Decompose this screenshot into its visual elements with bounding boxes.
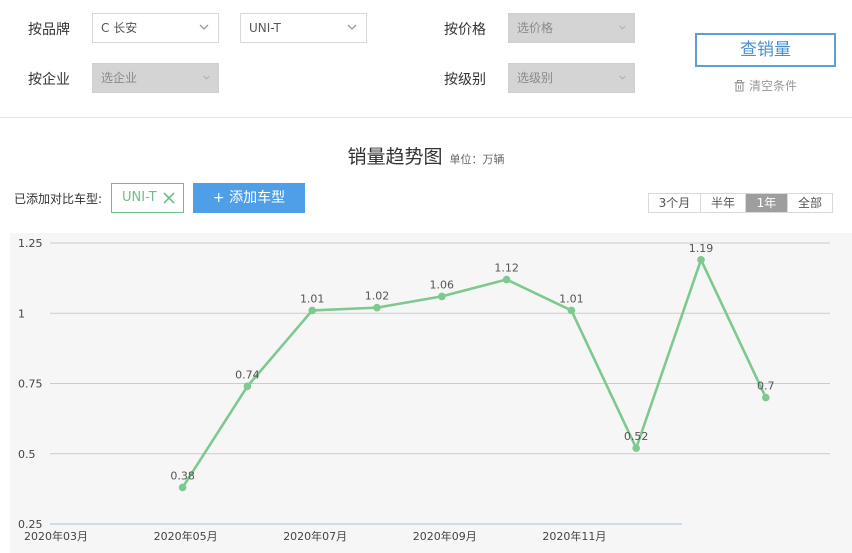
x-tick-label: 2020年09月	[413, 529, 477, 543]
company-select[interactable]: 选企业	[92, 63, 219, 93]
data-label: 1.01	[559, 292, 584, 305]
price-select[interactable]: 选价格	[508, 13, 635, 43]
data-point	[632, 444, 640, 452]
x-tick-label: 2020年05月	[154, 529, 218, 543]
close-icon[interactable]	[163, 192, 175, 204]
data-label: 1.02	[365, 290, 390, 303]
data-point	[308, 306, 317, 315]
range-tab-1-year[interactable]: 1年	[746, 194, 788, 212]
trash-icon	[734, 80, 745, 92]
chevron-down-icon	[619, 25, 626, 30]
data-point	[178, 483, 187, 492]
level-select-placeholder: 选级别	[517, 71, 554, 85]
range-tab-all[interactable]: 全部	[788, 194, 832, 212]
sales-trend-chart: 0.25 0.5 0.75 1 1.25 2020年03月 2020年05月 2020年07月…	[10, 233, 852, 553]
chart-unit: 单位：万辆	[449, 153, 505, 166]
data-label: 0.74	[235, 368, 260, 381]
data-point	[762, 393, 770, 402]
x-tick-label: 2020年07月	[283, 529, 347, 543]
price-filter-label: 按价格	[444, 22, 486, 38]
y-tick-label: 1.25	[18, 237, 43, 250]
chart-title: 销量趋势图	[347, 146, 443, 168]
data-label: 0.52	[624, 430, 649, 443]
chevron-down-icon	[619, 75, 626, 80]
compare-model-name: UNI-T	[122, 190, 157, 205]
price-select-placeholder: 选价格	[517, 21, 554, 35]
data-label: 1.19	[689, 242, 714, 255]
data-point	[243, 382, 252, 391]
y-tick-label: 0.5	[18, 448, 36, 461]
data-point	[502, 275, 511, 284]
time-range-selector: 3个月 半年 1年 全部	[648, 193, 833, 213]
brand-filter-label: 按品牌	[28, 22, 70, 38]
data-point	[567, 306, 576, 315]
query-sales-button[interactable]: 查销量	[695, 33, 836, 67]
data-point	[438, 292, 446, 301]
level-filter-label: 按级别	[444, 72, 486, 88]
chevron-down-icon	[199, 24, 209, 30]
filter-panel: 按品牌 C 长安 UNI-T 按企业 选企业 按价格 选价格 按级别 选级别 查…	[0, 0, 852, 118]
clear-filters-button[interactable]: 清空条件	[734, 77, 797, 94]
data-label: 1.01	[300, 292, 325, 305]
company-select-placeholder: 选企业	[101, 71, 138, 85]
data-point	[697, 256, 705, 264]
chevron-down-icon	[347, 24, 357, 30]
y-tick-label: 1	[18, 307, 25, 320]
x-tick-label: 2020年03月	[24, 529, 88, 543]
data-label: 1.06	[430, 278, 455, 291]
range-tab-3-months[interactable]: 3个月	[649, 194, 701, 212]
chevron-down-icon	[203, 75, 210, 80]
brand-select[interactable]: C 长安	[92, 13, 219, 43]
y-tick-label: 0.75	[18, 378, 43, 391]
x-tick-label: 2020年11月	[542, 529, 606, 543]
level-select[interactable]: 选级别	[508, 63, 635, 93]
model-select-value: UNI-T	[249, 21, 281, 35]
data-label: 0.7	[757, 380, 775, 393]
company-filter-label: 按企业	[28, 72, 70, 88]
compare-label: 已添加对比车型:	[14, 192, 103, 206]
data-label: 1.12	[494, 262, 519, 275]
line-chart: 0.250.50.7511.252020年03月 2020年05月 2020年07月…	[18, 237, 830, 543]
compare-model-tag: UNI-T	[111, 183, 184, 213]
clear-filters-label: 清空条件	[749, 79, 798, 93]
chart-header: 销量趋势图 单位：万辆	[0, 142, 852, 169]
add-model-button[interactable]: + 添加车型	[193, 183, 305, 213]
data-point	[373, 303, 381, 312]
brand-select-value: C 长安	[101, 21, 138, 35]
model-select[interactable]: UNI-T	[240, 13, 367, 43]
range-tab-half-year[interactable]: 半年	[701, 194, 746, 212]
data-label: 0.38	[170, 469, 195, 482]
